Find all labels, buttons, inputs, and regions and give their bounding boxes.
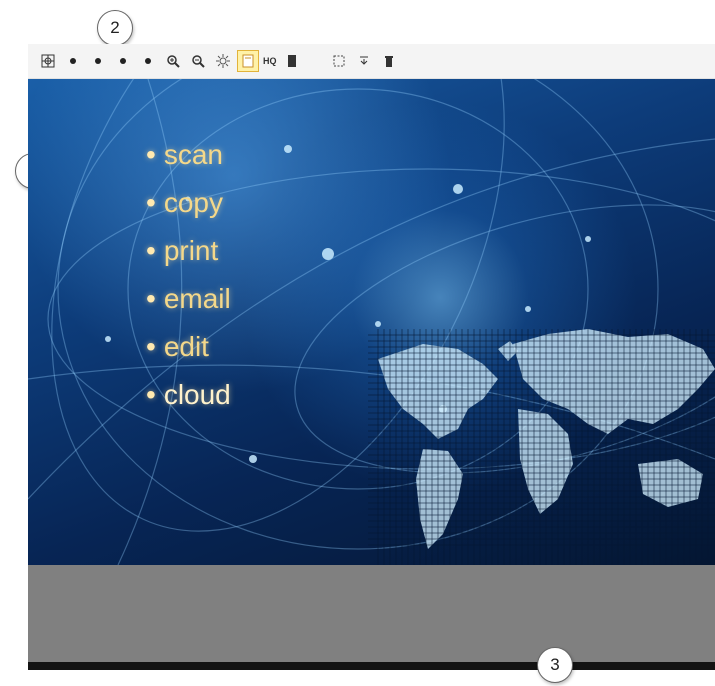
dot-icon[interactable] [63,51,83,71]
dot-icon[interactable] [138,51,158,71]
toolbar: HQ [28,44,715,79]
dot-icon[interactable] [88,51,108,71]
feature-item-email: email [146,275,231,323]
background-network-graphic [28,79,715,565]
bookmark-icon[interactable] [282,51,302,71]
selection-icon[interactable] [329,51,349,71]
feature-item-cloud: cloud [146,371,231,419]
dot-icon[interactable] [113,51,133,71]
feature-item-print: print [146,227,231,275]
feature-item-edit: edit [146,323,231,371]
feature-list: scancopyprintemaileditcloud [146,131,231,419]
scan-preview-canvas[interactable]: scancopyprintemaileditcloud [28,79,715,565]
callout-marker-3: 3 [537,647,573,683]
crosshair-icon[interactable] [38,51,58,71]
zoom-in-icon[interactable] [163,51,183,71]
feature-item-scan: scan [146,131,231,179]
page-icon[interactable] [237,50,259,72]
callout-marker-2: 2 [97,10,133,46]
trash-icon[interactable] [379,51,399,71]
status-bar [28,662,715,670]
zoom-out-icon[interactable] [188,51,208,71]
empty-preview-area [28,565,715,662]
feature-item-copy: copy [146,179,231,227]
hq-button[interactable]: HQ [263,51,277,71]
sun-icon[interactable] [213,51,233,71]
sort-icon[interactable] [354,51,374,71]
